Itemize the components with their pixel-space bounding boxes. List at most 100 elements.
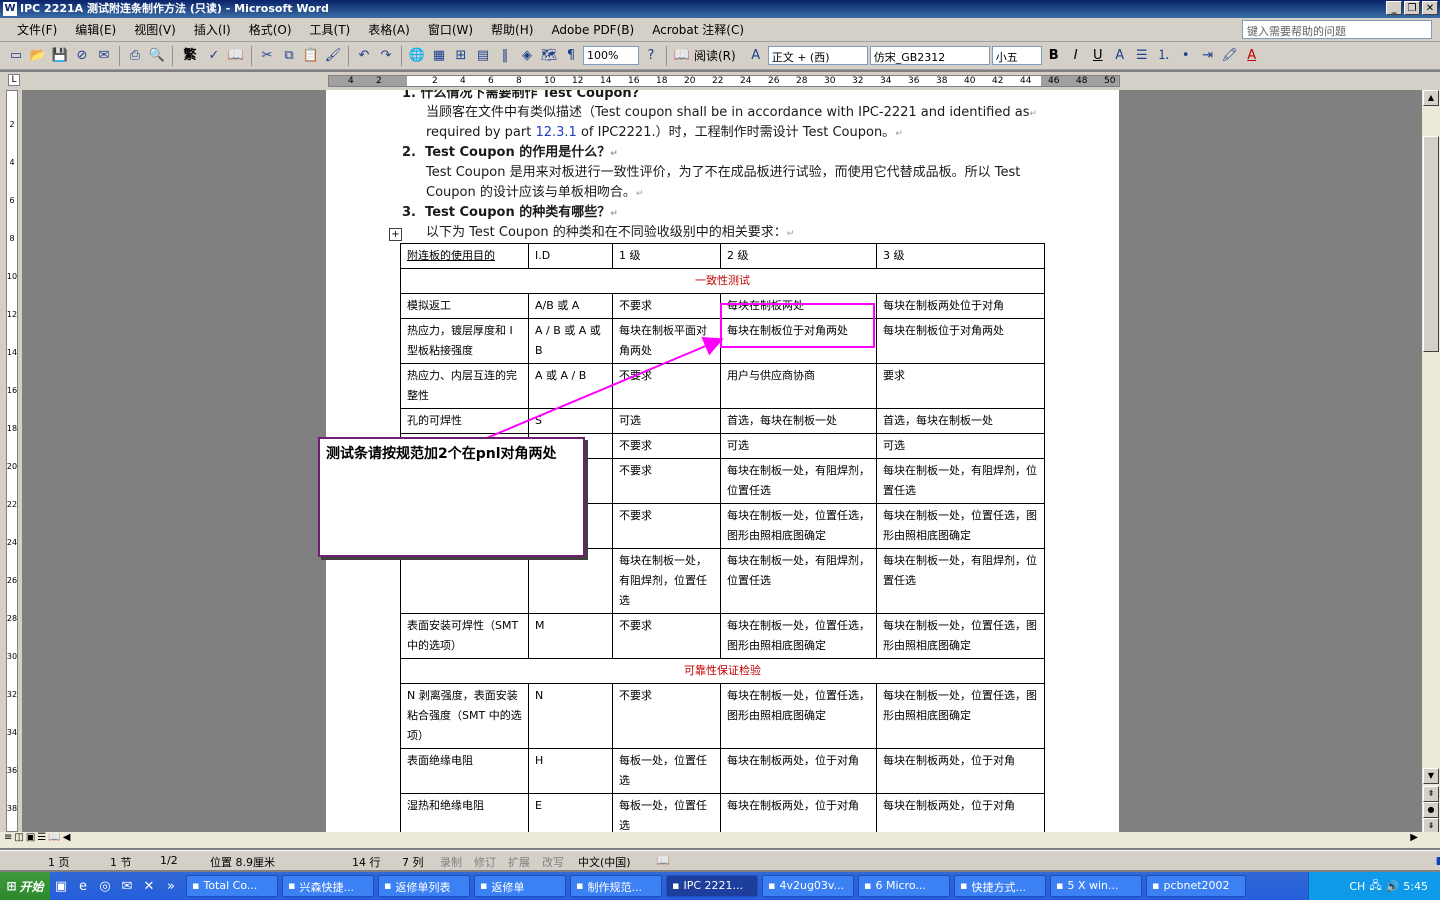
quicklaunch-desktop-icon[interactable]: ▣ bbox=[50, 879, 72, 894]
taskbar-task-button[interactable]: ▪ 6 Micro... bbox=[858, 875, 950, 897]
vertical-ruler[interactable]: 2 4 6 8 10 12 14 16 18 20 22 24 26 28 30 32 34 36 38 bbox=[0, 90, 22, 832]
table-cell[interactable]: 用户与供应商协商 bbox=[720, 363, 877, 409]
table-cell[interactable]: N bbox=[528, 683, 613, 749]
vertical-scrollbar[interactable]: ▲ ▼ ⇞ ● ⇟ bbox=[1422, 90, 1440, 834]
status-overtype[interactable]: 改写 bbox=[542, 854, 564, 870]
menu-table[interactable]: 表格(A) bbox=[359, 21, 419, 38]
ime-settings-icon[interactable]: ⚙ bbox=[1436, 855, 1440, 868]
table-cell[interactable]: 每块在制板平面对角两处 bbox=[612, 318, 721, 364]
taskbar-task-button[interactable]: ▪ 兴森快捷... bbox=[282, 875, 374, 897]
table-cell[interactable]: 可选 bbox=[720, 433, 877, 459]
table-cell[interactable] bbox=[400, 548, 529, 614]
quicklaunch-more-icon[interactable]: » bbox=[160, 879, 182, 894]
styles-icon[interactable]: A bbox=[746, 46, 766, 66]
underline-button[interactable]: U bbox=[1088, 46, 1108, 66]
quicklaunch-media-icon[interactable]: ◎ bbox=[94, 879, 116, 894]
hyperlink-icon[interactable]: 🌐 bbox=[407, 46, 427, 66]
bullets-icon[interactable]: • bbox=[1176, 46, 1196, 66]
insert-excel-icon[interactable]: ▤ bbox=[473, 46, 493, 66]
undo-icon[interactable]: ↶ bbox=[354, 46, 374, 66]
new-document-icon[interactable]: ▭ bbox=[6, 46, 26, 66]
table-cell[interactable]: A / B 或 A 或 B bbox=[528, 318, 613, 364]
table-cell[interactable]: 每块在制板一处，有阻焊剂，位置任选 bbox=[876, 548, 1045, 614]
table-cell[interactable]: 每块在制板一处，有阻焊剂，位置任选 bbox=[720, 548, 877, 614]
table-cell[interactable]: M bbox=[528, 613, 613, 659]
normal-view-icon[interactable]: ≡ bbox=[4, 832, 12, 843]
table-cell[interactable] bbox=[528, 548, 613, 614]
menu-edit[interactable]: 编辑(E) bbox=[66, 21, 125, 38]
table-cell[interactable]: 每板一处，位置任选 bbox=[612, 748, 721, 794]
font-size-select[interactable]: 小五 bbox=[991, 46, 1042, 65]
table-cell[interactable]: 不要求 bbox=[612, 433, 721, 459]
outline-view-icon[interactable]: ☰ bbox=[37, 832, 46, 843]
table-cell[interactable]: A 或 A / B bbox=[528, 363, 613, 409]
browse-object-icon[interactable]: ● bbox=[1423, 802, 1439, 818]
table-cell[interactable]: 不要求 bbox=[612, 503, 721, 549]
tray-clock[interactable]: 5:45 bbox=[1403, 880, 1428, 893]
indent-icon[interactable]: ⇥ bbox=[1198, 46, 1218, 66]
table-header-cell[interactable]: I.D bbox=[528, 243, 613, 269]
tables-borders-icon[interactable]: ▦ bbox=[429, 46, 449, 66]
highlight-icon[interactable]: 🖍 bbox=[1220, 46, 1240, 66]
cut-icon[interactable]: ✂ bbox=[257, 46, 277, 66]
table-cell[interactable]: 要求 bbox=[876, 363, 1045, 409]
drawing-icon[interactable]: ◈ bbox=[517, 46, 537, 66]
taskbar-task-button[interactable]: ▪ 返修单列表 bbox=[378, 875, 470, 897]
table-cell[interactable]: 每块在制板一处，位置任选，图形由照相底图确定 bbox=[876, 503, 1045, 549]
menu-help[interactable]: 帮助(H) bbox=[482, 21, 542, 38]
table-cell[interactable]: 每块在制板一处，有阻焊剂，位置任选 bbox=[612, 548, 721, 614]
table-cell[interactable]: 每块在制板两处，位于对角 bbox=[876, 748, 1045, 794]
table-header-cell[interactable]: 1 级 bbox=[612, 243, 721, 269]
table-cell[interactable]: 表面绝缘电阻 bbox=[400, 748, 529, 794]
show-hide-icon[interactable]: ¶ bbox=[561, 46, 581, 66]
comment-box[interactable]: 测试条请按规范加2个在pnl对角两处 bbox=[318, 437, 585, 557]
scroll-right-icon[interactable]: ▶ bbox=[1410, 832, 1418, 843]
research-icon[interactable]: 📖 bbox=[226, 46, 246, 66]
scroll-up-icon[interactable]: ▲ bbox=[1423, 90, 1439, 106]
close-button[interactable]: ✕ bbox=[1422, 1, 1438, 15]
menu-acrobat-comments[interactable]: Acrobat 注释(C) bbox=[643, 21, 753, 38]
word-app-icon[interactable]: W bbox=[3, 2, 17, 16]
table-cell[interactable]: A/B 或 A bbox=[528, 293, 613, 319]
web-view-icon[interactable]: ◫ bbox=[14, 832, 23, 843]
font-select[interactable]: 仿宋_GB2312 bbox=[869, 46, 990, 65]
table-cell[interactable]: 每块在制板两处，位于对角 bbox=[720, 748, 877, 794]
save-icon[interactable]: 💾 bbox=[50, 46, 70, 66]
quicklaunch-x-icon[interactable]: ✕ bbox=[138, 879, 160, 894]
status-record[interactable]: 录制 bbox=[440, 854, 462, 870]
taskbar-task-button[interactable]: ▪ IPC 2221... bbox=[666, 875, 758, 897]
horizontal-scrollbar[interactable]: ≡ ◫ ▣ ☰ 📖 ◀ ▶ bbox=[0, 832, 1440, 848]
taskbar-task-button[interactable]: ▪ Total Co... bbox=[186, 875, 278, 897]
table-cell[interactable]: 不要求 bbox=[612, 363, 721, 409]
table-cell[interactable]: 可选 bbox=[876, 433, 1045, 459]
menu-file[interactable]: 文件(F) bbox=[8, 21, 66, 38]
table-header-cell[interactable]: 2 级 bbox=[720, 243, 877, 269]
taskbar-task-button[interactable]: ▪ 制作规范... bbox=[570, 875, 662, 897]
table-cell[interactable]: 每块在制板一处，位置任选，图形由照相底图确定 bbox=[720, 503, 877, 549]
table-cell[interactable]: 每块在制板一处，位置任选，图形由照相底图确定 bbox=[720, 683, 877, 749]
print-icon[interactable]: ⎙ bbox=[125, 46, 145, 66]
taskbar-task-button[interactable]: ▪ pcbnet2002 bbox=[1146, 875, 1246, 897]
table-move-handle-icon[interactable]: + bbox=[389, 228, 402, 241]
menu-format[interactable]: 格式(O) bbox=[240, 21, 301, 38]
table-cell[interactable]: 热应力、内层互连的完整性 bbox=[400, 363, 529, 409]
table-cell[interactable]: 每块在制板两处位于对角 bbox=[876, 293, 1045, 319]
bold-button[interactable]: B bbox=[1044, 46, 1064, 66]
italic-button[interactable]: I bbox=[1066, 46, 1086, 66]
scroll-down-icon[interactable]: ▼ bbox=[1423, 768, 1439, 784]
tab-selector-icon[interactable]: L bbox=[8, 74, 20, 86]
numbering-icon[interactable]: ⒈ bbox=[1154, 46, 1174, 66]
paste-icon[interactable]: 📋 bbox=[301, 46, 321, 66]
table-cell[interactable]: E bbox=[528, 793, 613, 832]
traditional-chinese-button[interactable]: 繁 bbox=[178, 46, 202, 66]
scroll-thumb[interactable] bbox=[1423, 136, 1439, 352]
restore-button[interactable]: ❐ bbox=[1404, 1, 1420, 15]
table-cell[interactable]: 每块在制板两处，位于对角 bbox=[876, 793, 1045, 832]
table-cell[interactable]: 孔的可焊性 bbox=[400, 408, 529, 434]
taskbar-task-button[interactable]: ▪ 5 X win... bbox=[1050, 875, 1142, 897]
table-cell[interactable]: 首选，每块在制板一处 bbox=[720, 408, 877, 434]
taskbar-task-button[interactable]: ▪ 快捷方式... bbox=[954, 875, 1046, 897]
permission-icon[interactable]: ⊘ bbox=[72, 46, 92, 66]
menu-adobe-pdf[interactable]: Adobe PDF(B) bbox=[542, 23, 643, 37]
start-button[interactable]: ⊞ 开始 bbox=[0, 872, 50, 900]
